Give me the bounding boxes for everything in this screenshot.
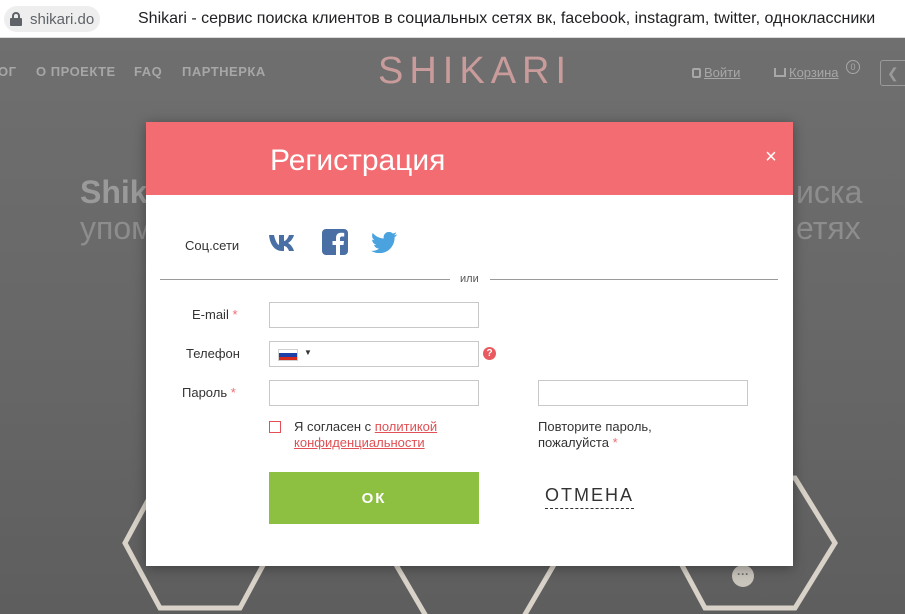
login-label: Войти: [704, 65, 741, 80]
cart-count-badge: 0: [846, 60, 860, 74]
browser-bar: shikari.do Shikari - сервис поиска клиен…: [0, 0, 905, 38]
nav-item-faq[interactable]: FAQ: [134, 64, 162, 79]
address-bar[interactable]: shikari.do: [4, 6, 101, 32]
ok-button[interactable]: ОК: [269, 472, 479, 524]
required-mark: *: [232, 307, 238, 322]
password-repeat-field[interactable]: [538, 380, 748, 406]
hero-text-left: Shik упом: [80, 174, 153, 246]
email-label: E-mail *: [192, 307, 238, 322]
page-title: Shikari - сервис поиска клиентов в социа…: [138, 10, 876, 27]
hero-brand: Shik: [80, 174, 148, 210]
lock-icon: [10, 12, 22, 26]
hero-subline: упом: [80, 210, 154, 246]
hero-right-line1: иска: [796, 174, 863, 210]
hero-text-right: иска етях: [796, 174, 862, 246]
help-icon[interactable]: ?: [483, 347, 496, 360]
vk-icon[interactable]: [268, 232, 300, 254]
twitter-icon[interactable]: [371, 232, 397, 253]
nav-item-about[interactable]: О ПРОЕКТЕ: [36, 64, 116, 79]
russia-flag-icon[interactable]: [278, 349, 298, 361]
hero-right-line2: етях: [796, 210, 861, 246]
email-field[interactable]: [269, 302, 479, 328]
agree-prefix: Я согласен с: [294, 419, 375, 434]
repeat-password-hint: Повторите пароль, пожалуйста *: [538, 419, 698, 451]
password-label: Пароль *: [182, 385, 236, 400]
lock-icon: [692, 68, 701, 78]
site-logo[interactable]: SHIKARI: [378, 50, 572, 93]
divider-left: [160, 279, 450, 280]
site-nav: ОГ О ПРОЕКТЕ FAQ ПАРТНЕРКА SHIKARI Войти…: [0, 38, 905, 104]
email-label-text: E-mail: [192, 307, 229, 322]
url-text[interactable]: shikari.do: [30, 11, 94, 28]
cart-link[interactable]: Корзина: [774, 65, 839, 80]
password-label-text: Пароль: [182, 385, 228, 400]
agree-checkbox[interactable]: [269, 421, 281, 433]
divider-right: [490, 279, 778, 280]
close-button[interactable]: ×: [761, 146, 781, 168]
password-field[interactable]: [269, 380, 479, 406]
cart-label: Корзина: [789, 65, 839, 80]
social-label: Соц.сети: [185, 238, 240, 253]
chevron-left-icon[interactable]: ❮: [880, 60, 905, 86]
divider-text: или: [460, 273, 479, 285]
cancel-button[interactable]: ОТМЕНА: [545, 485, 635, 509]
agree-text: Я согласен с политикой конфиденциальност…: [294, 419, 494, 451]
phone-label: Телефон: [186, 346, 240, 361]
nav-item-blog[interactable]: ОГ: [0, 64, 16, 79]
login-link[interactable]: Войти: [692, 65, 740, 80]
phone-field[interactable]: ▼: [269, 341, 479, 367]
chat-icon[interactable]: ···: [732, 565, 754, 587]
required-mark: *: [612, 435, 618, 450]
required-mark: *: [230, 385, 236, 400]
repeat-hint-text: Повторите пароль, пожалуйста: [538, 419, 652, 450]
facebook-icon[interactable]: [322, 229, 348, 255]
chevron-down-icon[interactable]: ▼: [304, 348, 312, 357]
cart-icon: [774, 68, 786, 77]
modal-header: Регистрация ×: [146, 122, 793, 195]
modal-title: Регистрация: [270, 144, 446, 177]
nav-item-partners[interactable]: ПАРТНЕРКА: [182, 64, 266, 79]
